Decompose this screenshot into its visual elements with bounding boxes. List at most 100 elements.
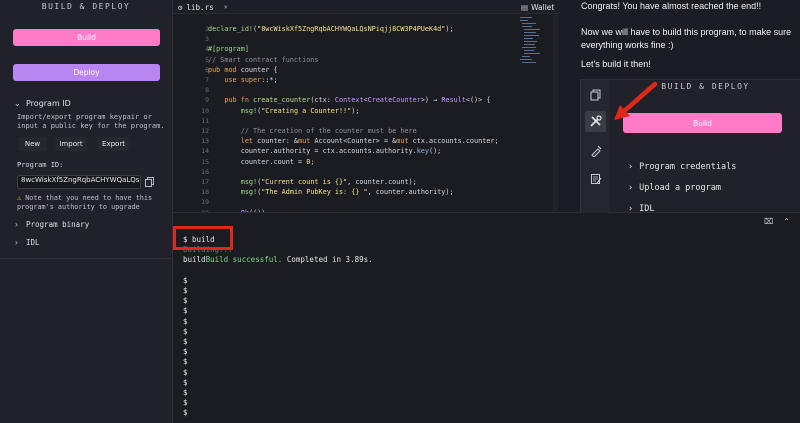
- tutorial-message-1: Congrats! You have almost reached the en…: [581, 1, 762, 11]
- line-number: 2: [205, 25, 209, 33]
- chevron-right-icon: ›: [14, 220, 19, 229]
- terminal-prompt: $: [183, 306, 188, 316]
- authority-note: ⚠ Note that you need to have this progra…: [17, 194, 169, 212]
- program-id-section-toggle[interactable]: ⌄ Program ID: [14, 99, 71, 108]
- collapse-terminal-icon[interactable]: ⌃: [783, 217, 790, 226]
- line-numbers: 23456789101112131415161718192021: [173, 24, 209, 228]
- settings-gear-icon: ⚙: [178, 2, 183, 12]
- tutorial-row-credentials: › Program credentials: [628, 162, 736, 172]
- program-id-label: Program ID:: [17, 161, 64, 169]
- tutorial-row-idl: › IDL: [628, 204, 654, 214]
- terminal-prompt: $: [183, 337, 188, 347]
- terminal-prompt: $: [183, 326, 188, 336]
- chevron-right-icon: ›: [628, 204, 634, 214]
- terminal-prompt: $: [183, 408, 188, 418]
- tutorial-panel: Congrats! You have almost reached the en…: [560, 0, 800, 214]
- terminal-result-success: Build successful.: [205, 255, 283, 265]
- build-deploy-sidebar: BUILD & DEPLOY Build Deploy ⌄ Program ID…: [0, 0, 173, 423]
- line-number: 10: [201, 106, 209, 115]
- line-number: 19: [201, 198, 209, 207]
- test-flask-icon: [585, 140, 606, 161]
- tutorial-message-2: Now we will have to build this program, …: [581, 27, 792, 50]
- program-id-input[interactable]: 8wcWiskXf5ZngRqbACHYWQaLQsNPiqjj8CW3P4PU…: [17, 175, 141, 189]
- tutorial-row-label: Program credentials: [639, 162, 737, 172]
- chevron-right-icon: ›: [628, 162, 634, 172]
- tutorial-screenshot: BUILD & DEPLOY Build › Program credential…: [580, 79, 800, 214]
- terminal-prompt: $: [183, 347, 188, 357]
- tutorial-message-3: Let's build it then!: [581, 59, 651, 69]
- wallet-icon: ▤: [521, 2, 529, 12]
- line-number: 18: [201, 188, 209, 197]
- chevron-down-icon: ⌄: [14, 99, 21, 108]
- export-keypair-button[interactable]: Export: [97, 137, 130, 151]
- terminal-prompt: $: [183, 377, 188, 387]
- tutorial-build-button: Build: [623, 113, 782, 133]
- import-keypair-button[interactable]: Import: [55, 137, 87, 151]
- tools-icon: [585, 111, 606, 132]
- terminal-prompt: $: [183, 398, 188, 408]
- idl-section-toggle[interactable]: › IDL: [14, 238, 40, 247]
- tab-lib-rs[interactable]: ⚙ lib.rs ✕: [178, 0, 228, 14]
- wallet-label: Wallet: [531, 2, 555, 12]
- terminal-prompt: $: [183, 275, 188, 285]
- tutorial-panel-title: BUILD & DEPLOY: [661, 82, 750, 91]
- line-number: 16: [201, 167, 209, 176]
- program-id-description: Import/export program keypair or input a…: [17, 113, 165, 130]
- sidebar-title: BUILD & DEPLOY: [41, 2, 131, 11]
- terminal-prompt: $: [183, 286, 188, 296]
- tutorial-notes-icon: [585, 168, 606, 189]
- tutorial-activity-bar: [581, 80, 610, 213]
- line-number: 3: [205, 35, 209, 44]
- terminal-toolbar: ⌧ ⌃: [764, 217, 790, 226]
- program-binary-label: Program binary: [26, 220, 90, 229]
- tutorial-row-label: IDL: [639, 204, 655, 214]
- chevron-right-icon: ›: [14, 238, 19, 247]
- deploy-button[interactable]: Deploy: [13, 64, 160, 81]
- tutorial-row-upload: › Upload a program: [628, 183, 721, 193]
- build-command-highlight: [173, 226, 233, 250]
- line-number: 8: [205, 86, 209, 95]
- chevron-right-icon: ›: [628, 183, 634, 193]
- wallet-button[interactable]: ▤ Wallet: [521, 0, 554, 14]
- line-number: 6: [205, 65, 209, 74]
- program-binary-section-toggle[interactable]: › Program binary: [14, 220, 89, 229]
- build-button[interactable]: Build: [13, 29, 160, 46]
- editor-scrollbar[interactable]: [553, 15, 558, 211]
- line-number: 14: [201, 147, 209, 156]
- new-keypair-button[interactable]: New: [19, 137, 46, 151]
- code-content[interactable]: declare_id!("8wcWiskXf5ZngRqbACHYWQaLQsN…: [208, 24, 518, 218]
- code-minimap[interactable]: [520, 15, 540, 75]
- terminal-prompt: $: [183, 367, 188, 377]
- terminal-panel[interactable]: ⌧ ⌃ $ build Building... buildBuild succe…: [173, 212, 800, 423]
- tutorial-build-panel: BUILD & DEPLOY Build › Program credential…: [610, 80, 800, 214]
- terminal-result-prefix: build: [183, 255, 206, 265]
- line-number: 15: [201, 157, 209, 166]
- terminal-prompt: $: [183, 316, 188, 326]
- files-icon: [585, 84, 606, 105]
- line-number: 12: [201, 127, 209, 136]
- line-number: 5: [205, 55, 209, 64]
- editor-tab-bar: ⚙ lib.rs ✕ ▤ Wallet: [173, 0, 560, 14]
- terminal-prompt: $: [183, 388, 188, 398]
- terminal-prompt: $: [183, 296, 188, 306]
- line-number: 4: [205, 45, 209, 54]
- idl-section-label: IDL: [26, 238, 40, 247]
- line-number: 11: [201, 116, 209, 125]
- line-number: 7: [205, 76, 209, 85]
- close-icon[interactable]: ✕: [224, 3, 228, 11]
- code-editor[interactable]: ⚙ lib.rs ✕ ▤ Wallet 2 3 4 5 6 7 8 9 10 11 12 13 14 15…: [173, 0, 560, 227]
- line-number: 13: [201, 137, 209, 146]
- terminal-prompt: $: [183, 357, 188, 367]
- warning-icon: ⚠: [17, 194, 22, 202]
- copy-icon[interactable]: [145, 177, 154, 187]
- sidebar-divider: [0, 258, 173, 259]
- authority-note-text: Note that you need to have this program'…: [17, 194, 153, 211]
- tab-file-label: lib.rs: [186, 2, 214, 12]
- clear-terminal-icon[interactable]: ⌧: [764, 217, 773, 226]
- line-number: 9: [205, 96, 209, 105]
- terminal-result-suffix: Completed in 3.89s.: [282, 255, 373, 265]
- terminal-output: $ build Building... buildBuild successfu…: [183, 235, 373, 419]
- line-number: 17: [201, 178, 209, 187]
- tutorial-row-label: Upload a program: [639, 183, 722, 193]
- terminal-prompts: $ $ $ $ $ $ $ $ $ $ $ $ $ $: [183, 276, 373, 419]
